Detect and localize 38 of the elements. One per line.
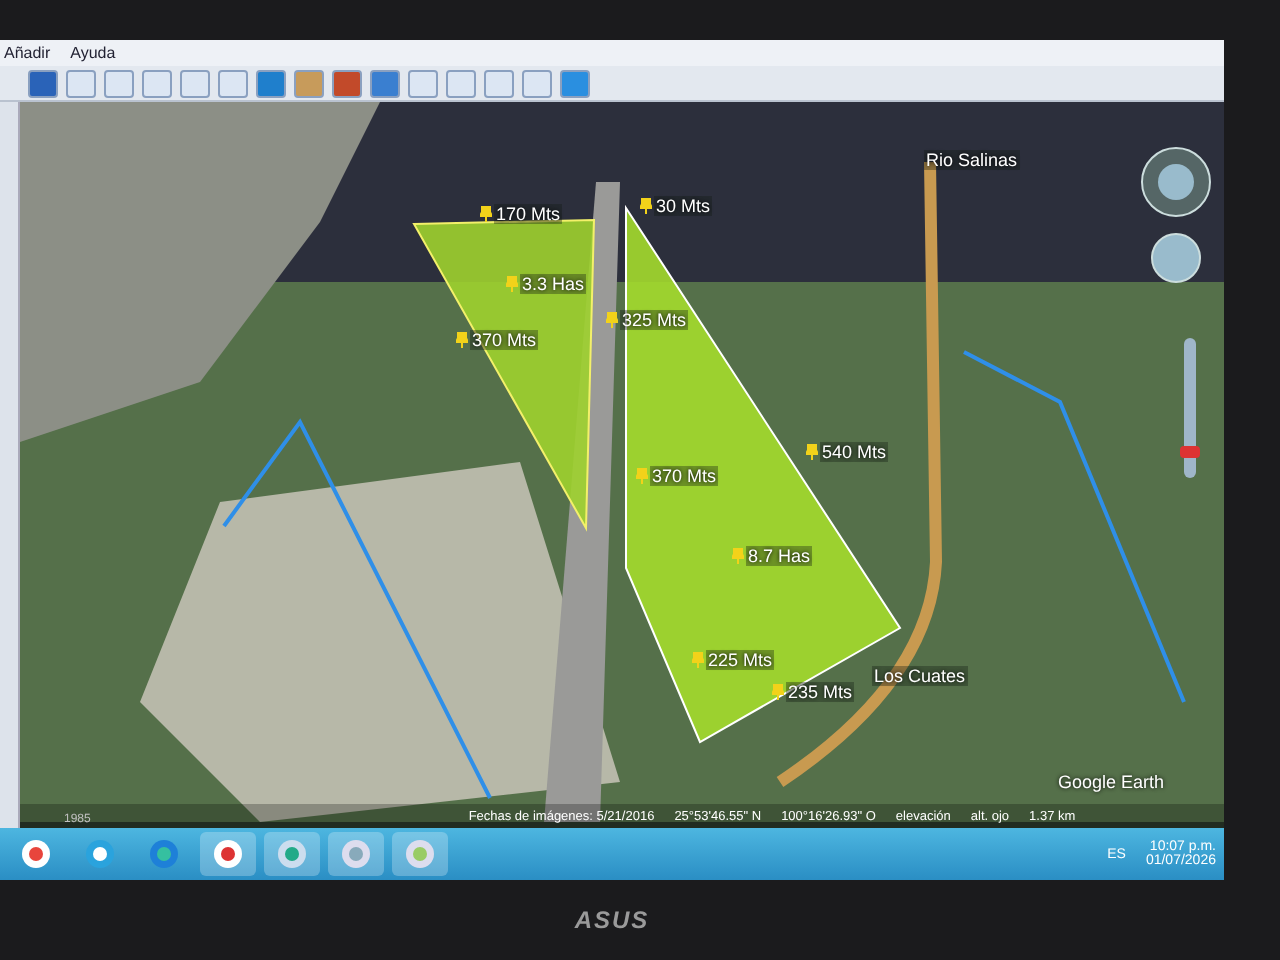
taskbar-app-icon[interactable] [392, 832, 448, 876]
toolbar-icon[interactable] [218, 69, 248, 97]
menu-item[interactable]: Añadir [4, 44, 51, 62]
toolbar-icon[interactable] [446, 69, 476, 97]
toolbar-icon[interactable] [522, 69, 552, 97]
pushpin-icon [806, 444, 818, 460]
toolbar-icon[interactable] [180, 69, 210, 97]
toolbar-icon[interactable] [408, 69, 438, 97]
pushpin-icon [480, 206, 492, 222]
toolbar-icon[interactable] [104, 69, 134, 97]
measurement-text: 170 Mts [494, 204, 563, 224]
pushpin-icon [606, 312, 618, 328]
toolbar-icon[interactable] [66, 69, 96, 97]
slider-thumb[interactable] [1180, 446, 1200, 459]
map-brand-text: Google Earth [1057, 772, 1164, 792]
pushpin-icon [506, 276, 518, 292]
taskbar-app-icon[interactable] [200, 832, 256, 876]
toolbar-icon[interactable] [294, 69, 324, 97]
toolbar-icon[interactable] [332, 69, 362, 97]
pushpin-icon [640, 198, 652, 214]
monitor-logo: ASUS [574, 906, 650, 934]
toolbar-icon[interactable] [484, 69, 514, 97]
toolbar-icon[interactable] [28, 69, 58, 97]
navigation-control-drawing[interactable] [1141, 147, 1211, 283]
pushpin-icon [456, 332, 468, 348]
taskbar-app-icon[interactable] [264, 832, 320, 876]
menu-item[interactable]: Ayuda [70, 44, 116, 62]
pushpin-icon [636, 468, 648, 484]
pushpin-icon [692, 652, 704, 668]
taskbar-app-icon[interactable] [328, 832, 384, 876]
toolbar-icon[interactable] [142, 69, 172, 97]
toolbar-icon[interactable] [370, 69, 400, 97]
toolbar-icon[interactable] [560, 69, 590, 97]
toolbar-icon[interactable] [256, 69, 286, 97]
satellite-map[interactable] [20, 102, 1224, 828]
pushpin-icon [732, 548, 744, 564]
zoom-slider[interactable] [1184, 338, 1196, 478]
pushpin-icon [772, 684, 784, 700]
